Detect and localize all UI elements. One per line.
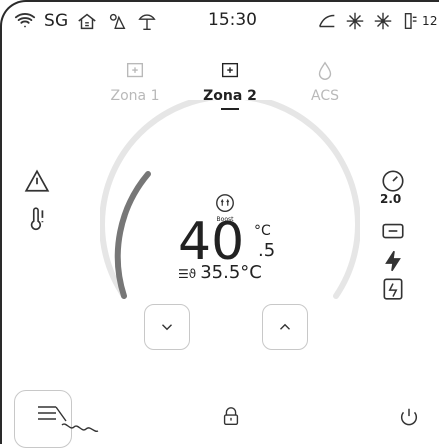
lock-icon[interactable]	[220, 404, 242, 432]
snowflake-icon	[344, 10, 366, 32]
zone-icon	[126, 62, 144, 78]
temperature-alert-icon	[24, 206, 50, 232]
boost-icon	[216, 194, 234, 212]
tank-value: 12	[422, 14, 438, 28]
electric-heater-icon	[380, 276, 406, 302]
heat-mode-icon	[316, 10, 338, 32]
home-temp-icon	[76, 10, 98, 32]
temperature-decimal: .5	[258, 240, 276, 261]
clock: 15:30	[208, 10, 257, 30]
lightning-icon	[380, 248, 406, 274]
vacation-icon	[136, 10, 158, 32]
chevron-up-icon	[280, 323, 290, 330]
battery-icon	[380, 218, 406, 244]
target-temperature-value: 35.5°C	[200, 262, 262, 283]
tab-acs[interactable]: ACS	[290, 60, 360, 104]
gauge-icon	[380, 168, 406, 194]
target-temp-icon: ☰ϑ	[178, 267, 197, 281]
status-bar-left: SG	[14, 10, 158, 32]
gauge-value: 2.0	[380, 192, 402, 206]
sg-indicator: SG	[44, 11, 69, 31]
water-drop-icon	[318, 61, 332, 80]
status-bar-right: 12	[316, 10, 438, 32]
solar-icon	[106, 10, 128, 32]
airflow-icon	[38, 406, 99, 433]
chevron-down-icon	[162, 324, 172, 331]
temperature-unit: °C	[254, 223, 271, 239]
power-icon	[400, 408, 418, 426]
tank-temp-icon	[400, 10, 422, 32]
tab-zona-1[interactable]: Zona 1	[100, 60, 170, 104]
wifi-icon	[14, 10, 36, 32]
zone-icon	[221, 62, 239, 78]
power-button[interactable]	[398, 406, 420, 432]
current-temperature: 40	[178, 212, 245, 272]
right-status-icons: 2.0	[380, 168, 406, 302]
menu-button[interactable]	[14, 390, 99, 448]
increase-temperature-button[interactable]	[262, 304, 308, 350]
left-status-icons	[24, 168, 50, 232]
decrease-temperature-button[interactable]	[144, 304, 190, 350]
warning-icon	[24, 168, 50, 194]
target-temperature: ☰ϑ 35.5°C	[178, 262, 262, 283]
snowflake-alt-icon	[372, 10, 394, 32]
